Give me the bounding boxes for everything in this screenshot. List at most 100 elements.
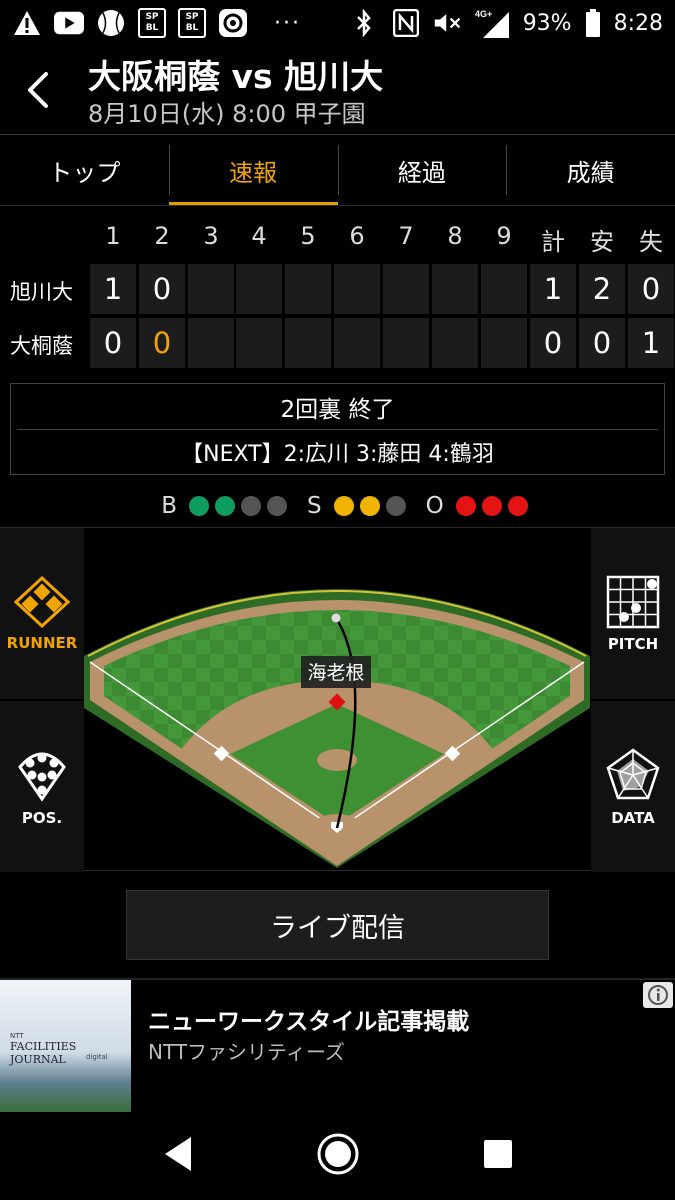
live-stream-button[interactable]: ライブ配信 <box>126 890 549 960</box>
pitch-label: PITCH <box>607 634 659 653</box>
ad-image: NTT FACILITIES JOURNAL digital <box>0 980 131 1112</box>
team-row-away: 旭川大 1 0 1 2 0 <box>0 264 675 316</box>
strike-dot <box>385 496 406 516</box>
nav-back-icon[interactable] <box>161 1135 195 1177</box>
inning-score: 1 <box>90 264 136 314</box>
inning-score: 0 <box>90 318 136 368</box>
position-icon <box>18 752 66 802</box>
ad-logo-journal: FACILITIES JOURNAL <box>10 1040 77 1066</box>
battery-percent: 93% <box>522 10 572 36</box>
ad-banner[interactable]: NTT FACILITIES JOURNAL digital ニューワークスタイ… <box>0 978 675 1112</box>
runner-label: RUNNER <box>6 633 78 652</box>
baseball-icon <box>96 8 126 38</box>
out-dot <box>455 496 476 516</box>
ad-logo-ntt: NTT <box>10 1032 24 1040</box>
inning-score <box>334 318 380 368</box>
total-hits: 0 <box>579 318 625 368</box>
warning-icon <box>12 8 42 38</box>
total-errors: 1 <box>628 318 674 368</box>
inning-score <box>285 264 331 314</box>
inning-header: 9 <box>496 222 512 250</box>
inning-score <box>236 318 282 368</box>
pitch-grid-icon <box>606 575 660 628</box>
runner-button[interactable]: RUNNER <box>0 528 84 699</box>
out-label: O <box>425 493 444 519</box>
ball-dot <box>267 496 288 516</box>
clock: 8:28 <box>613 10 663 36</box>
spbl-app-icon: SP BL <box>138 8 166 38</box>
inning-score: 0 <box>139 264 185 314</box>
tab-bar: トップ 速報 経過 成績 <box>0 134 675 206</box>
runner-icon <box>14 575 70 628</box>
page-title: 大阪桐蔭 vs 旭川大 <box>88 57 384 96</box>
inning-score-current: 0 <box>139 318 185 368</box>
pitch-button[interactable]: PITCH <box>591 528 675 699</box>
team-row-home: 大桐蔭 0 0 0 0 1 <box>0 318 675 370</box>
inning-status: 2回裏 終了 <box>17 384 658 430</box>
total-runs: 0 <box>530 318 576 368</box>
inning-header: 6 <box>349 222 365 250</box>
strike-dot <box>359 496 380 516</box>
bluetooth-icon <box>349 8 379 38</box>
inning-score <box>383 318 429 368</box>
inning-header: 4 <box>251 222 267 250</box>
total-errors: 0 <box>628 264 674 314</box>
inning-header: 3 <box>203 222 219 250</box>
fielder-label: 海老根 <box>307 662 364 684</box>
ad-info-icon[interactable] <box>643 982 673 1008</box>
total-runs: 1 <box>530 264 576 314</box>
app-icon <box>218 8 248 38</box>
inning-header: 5 <box>300 222 316 250</box>
hits-header: 安 <box>590 228 614 256</box>
inning-score <box>481 264 527 314</box>
radar-chart-icon <box>606 747 660 799</box>
inning-header: 1 <box>105 222 121 250</box>
errors-header: 失 <box>639 228 663 256</box>
team-name: 大桐蔭 <box>10 334 73 358</box>
tab-stats[interactable]: 成績 <box>506 135 675 205</box>
inning-score <box>334 264 380 314</box>
inning-score <box>236 264 282 314</box>
ball-dot <box>215 496 236 516</box>
total-hits: 2 <box>579 264 625 314</box>
data-label: DATA <box>611 808 655 827</box>
strike-label: S <box>307 493 322 519</box>
mute-icon <box>433 8 463 38</box>
total-runs-header: 計 <box>541 228 565 256</box>
data-button[interactable]: DATA <box>591 701 675 872</box>
baseball-field: 海老根 <box>84 589 590 868</box>
inning-header: 8 <box>447 222 463 250</box>
inning-score <box>383 264 429 314</box>
nav-home-icon[interactable] <box>316 1132 360 1180</box>
tab-progress[interactable]: 経過 <box>337 135 507 205</box>
more-notifications: ··· <box>274 10 301 36</box>
tab-live[interactable]: 速報 <box>168 135 338 205</box>
position-button[interactable]: POS. <box>0 701 84 872</box>
ad-logo-digital: digital <box>86 1053 108 1061</box>
inning-score <box>285 318 331 368</box>
field-area: RUNNER POS. PITCH DATA 海老根 <box>0 527 675 872</box>
tab-top[interactable]: トップ <box>0 135 169 205</box>
ad-sponsor: NTTファシリティーズ <box>148 1040 345 1064</box>
ball-dot <box>241 496 262 516</box>
back-icon[interactable] <box>18 66 58 114</box>
ad-title: ニューワークスタイル記事掲載 <box>148 1009 470 1035</box>
position-label: POS. <box>21 808 63 827</box>
signal-icon: 4G+ <box>475 8 511 38</box>
out-dot <box>507 496 528 516</box>
game-header: 大阪桐蔭 vs 旭川大 8月10日(水) 8:00 甲子園 <box>0 46 675 132</box>
battery-icon <box>584 8 602 38</box>
status-bar: SP BL SP BL ··· 4G+ 93% 8:28 <box>0 0 675 46</box>
team-name: 旭川大 <box>10 280 73 304</box>
ball-dot <box>189 496 210 516</box>
inning-score <box>188 264 234 314</box>
game-datetime: 8月10日(水) 8:00 甲子園 <box>88 100 366 128</box>
navigation-bar <box>0 1112 675 1200</box>
inning-panel: 2回裏 終了 【NEXT】2:広川 3:藤田 4:鶴羽 <box>10 383 665 475</box>
nfc-icon <box>391 8 421 38</box>
nav-recents-icon[interactable] <box>482 1138 514 1174</box>
inning-header: 2 <box>154 222 170 250</box>
out-dot <box>481 496 502 516</box>
inning-score <box>481 318 527 368</box>
inning-score <box>188 318 234 368</box>
